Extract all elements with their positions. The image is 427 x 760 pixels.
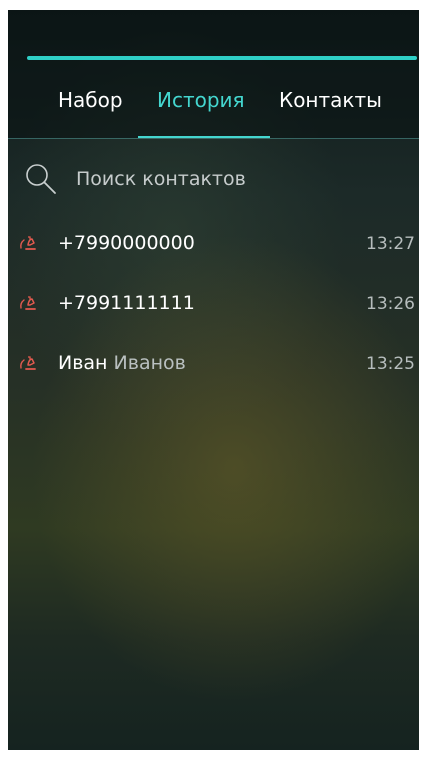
call-history-item[interactable]: +7990000000 13:27: [8, 224, 419, 284]
call-contact-name: +7990000000: [58, 232, 195, 254]
search-icon[interactable]: [24, 162, 58, 196]
call-history-list: +7990000000 13:27 +7991111111 13:26 Иван…: [8, 224, 419, 404]
missed-call-icon: [20, 296, 36, 310]
call-time: 13:26: [366, 294, 415, 314]
search-input[interactable]: [76, 164, 396, 194]
call-contact-name: Иван Иванов: [58, 352, 186, 374]
call-time: 13:25: [366, 354, 415, 374]
search-bar: [24, 162, 404, 198]
tab-history[interactable]: История: [157, 88, 245, 112]
header-divider: [8, 138, 419, 139]
tab-contacts[interactable]: Контакты: [279, 88, 382, 112]
call-history-item[interactable]: Иван Иванов 13:25: [8, 344, 419, 404]
missed-call-icon: [20, 236, 36, 250]
tab-dial[interactable]: Набор: [58, 88, 123, 112]
missed-call-icon: [20, 356, 36, 370]
top-accent-bar: [27, 56, 417, 60]
phone-screen: Набор История Контакты +7990000000 13:27: [8, 10, 419, 750]
call-contact-name: +7991111111: [58, 292, 195, 314]
call-time: 13:27: [366, 234, 415, 254]
tab-bar: Набор История Контакты: [8, 88, 419, 128]
call-history-item[interactable]: +7991111111 13:26: [8, 284, 419, 344]
